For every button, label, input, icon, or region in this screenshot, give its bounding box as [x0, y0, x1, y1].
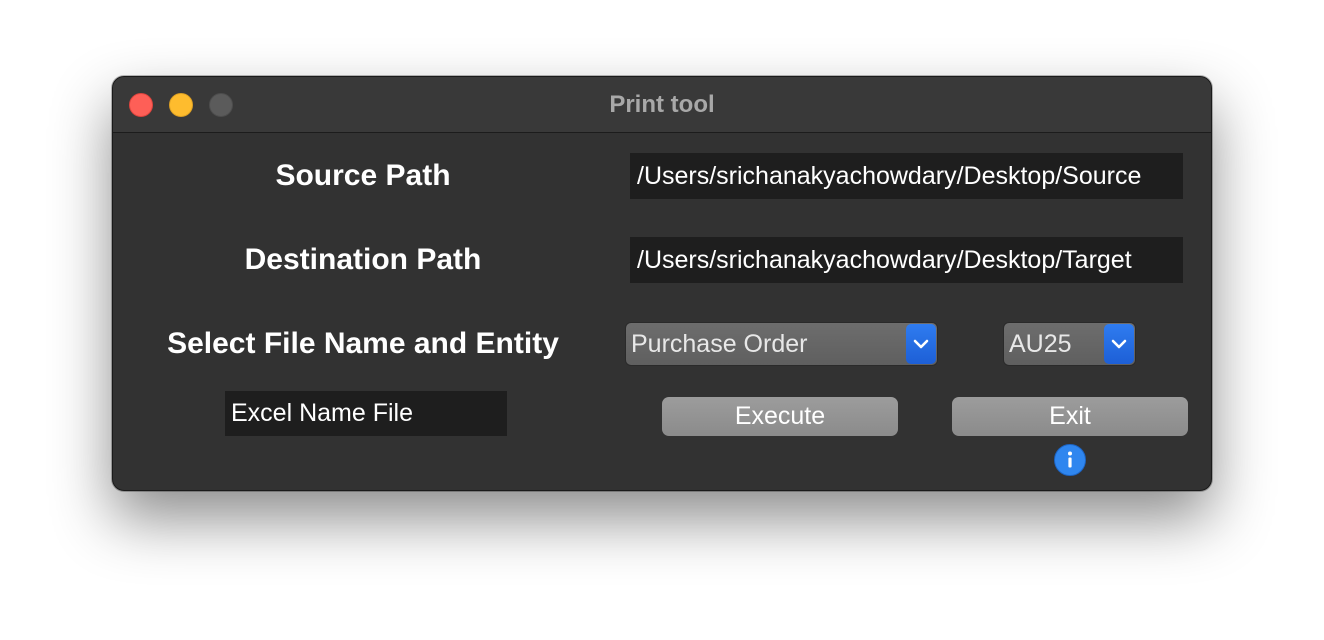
exit-button[interactable]: Exit	[952, 397, 1188, 436]
file-name-select[interactable]: Purchase Order	[625, 322, 938, 366]
file-name-select-value: Purchase Order	[631, 330, 808, 358]
source-path-field[interactable]: /Users/srichanakyachowdary/Desktop/Sourc…	[630, 153, 1183, 199]
window-title: Print tool	[609, 91, 715, 118]
chevron-down-icon[interactable]	[1104, 324, 1134, 364]
destination-path-label: Destination Path	[244, 243, 482, 276]
print-tool-window: Print tool Source Path /Users/srichanaky…	[112, 76, 1212, 491]
source-path-label: Source Path	[275, 159, 451, 192]
select-file-entity-label: Select File Name and Entity	[167, 327, 559, 360]
destination-path-field[interactable]: /Users/srichanakyachowdary/Desktop/Targe…	[630, 237, 1183, 283]
title-bar[interactable]: Print tool	[113, 77, 1211, 133]
execute-button[interactable]: Execute	[662, 397, 898, 436]
excel-name-field[interactable]: Excel Name File	[225, 391, 507, 436]
entity-select-value: AU25	[1009, 330, 1072, 358]
chevron-down-icon[interactable]	[906, 324, 936, 364]
info-icon[interactable]	[1054, 444, 1086, 476]
entity-select[interactable]: AU25	[1003, 322, 1136, 366]
